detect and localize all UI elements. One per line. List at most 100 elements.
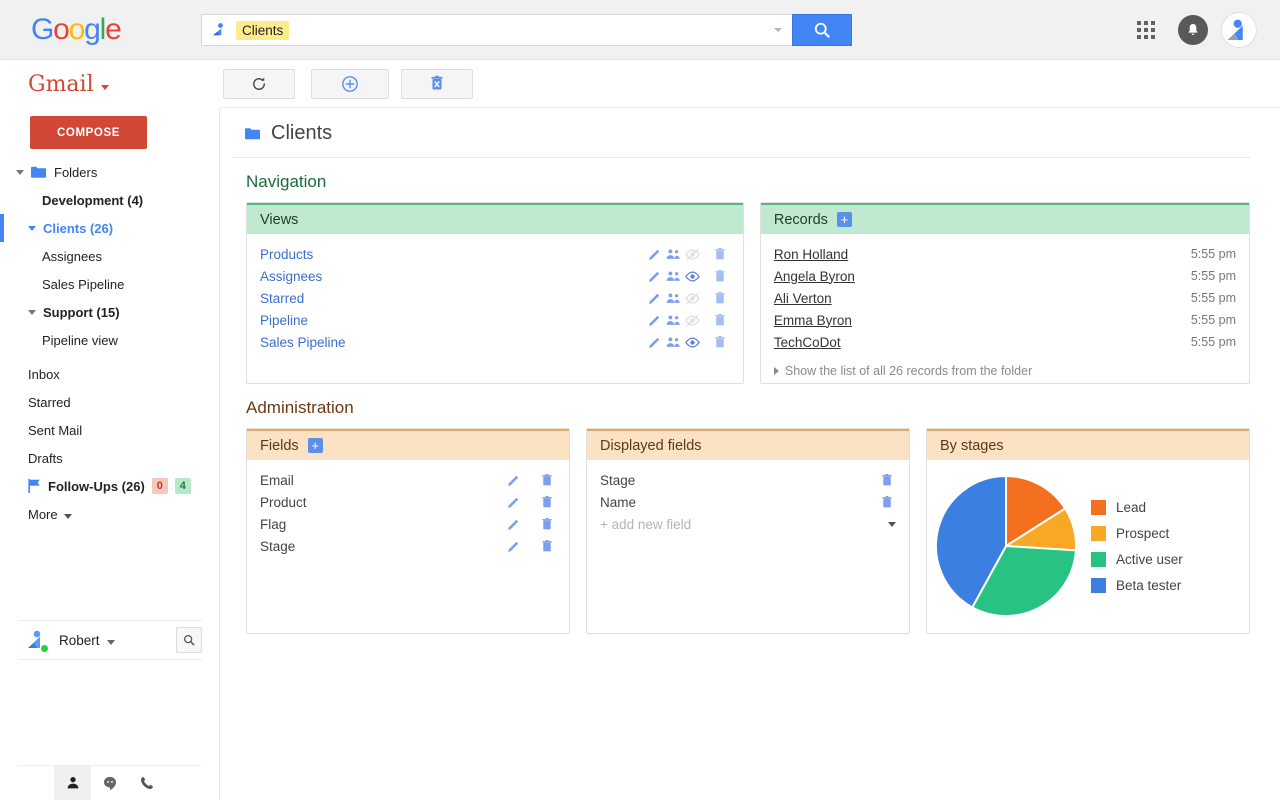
record-link[interactable]: TechCoDot (774, 335, 841, 350)
chevron-down-icon[interactable] (63, 513, 72, 519)
people-icon[interactable] (664, 311, 683, 329)
chevron-down-icon[interactable] (16, 169, 24, 175)
record-link[interactable]: Emma Byron (774, 313, 852, 328)
record-link[interactable]: Angela Byron (774, 269, 855, 284)
list-item[interactable]: TechCoDot 5:55 pm (761, 331, 1249, 353)
sidebar-item-assignees[interactable]: Assignees (0, 242, 220, 270)
delete-button[interactable] (401, 68, 473, 99)
pencil-icon[interactable] (504, 493, 523, 511)
view-link-sales-pipeline[interactable]: Sales Pipeline (260, 335, 346, 350)
sidebar-item-starred[interactable]: Starred (0, 388, 220, 416)
sidebar-search-button[interactable] (176, 627, 202, 653)
pencil-icon[interactable] (504, 471, 523, 489)
record-link[interactable]: Ron Holland (774, 247, 848, 262)
profile-avatar-icon[interactable] (1222, 13, 1256, 47)
google-logo[interactable]: Google (31, 14, 122, 46)
list-item[interactable]: Angela Byron 5:55 pm (761, 265, 1249, 287)
list-item[interactable]: Name (587, 491, 909, 513)
eye-off-icon[interactable] (683, 289, 702, 307)
list-item[interactable]: Starred (247, 287, 743, 309)
list-item[interactable]: Flag (247, 513, 569, 535)
sidebar-item-sales-pipeline[interactable]: Sales Pipeline (0, 270, 220, 298)
view-link-pipeline[interactable]: Pipeline (260, 313, 308, 328)
list-item[interactable]: Stage (587, 469, 909, 491)
sidebar-item-support[interactable]: Support (15) (0, 298, 220, 326)
trash-icon[interactable] (711, 333, 730, 351)
trash-icon[interactable] (537, 471, 556, 489)
chevron-down-icon[interactable] (106, 640, 115, 645)
sidebar-item-pipeline-view[interactable]: Pipeline view (0, 326, 220, 354)
sidebar-item-more[interactable]: More (0, 500, 220, 528)
trash-icon[interactable] (537, 493, 556, 511)
list-item[interactable]: Ron Holland 5:55 pm (761, 243, 1249, 265)
people-icon[interactable] (664, 245, 683, 263)
view-link-assignees[interactable]: Assignees (260, 269, 322, 284)
show-all-records-link[interactable]: Show the list of all 26 records from the… (761, 353, 1249, 378)
calls-tab[interactable] (128, 766, 165, 800)
sidebar-item-development[interactable]: Development (4) (0, 186, 220, 214)
list-item[interactable]: Product (247, 491, 569, 513)
view-link-starred[interactable]: Starred (260, 291, 304, 306)
list-item[interactable]: Emma Byron 5:55 pm (761, 309, 1249, 331)
add-new-field-row[interactable]: + add new field (587, 513, 909, 535)
chevron-down-icon[interactable] (888, 521, 896, 527)
chats-tab[interactable] (91, 766, 128, 800)
status-badge-red[interactable]: 0 (151, 478, 168, 494)
chevron-down-icon[interactable] (774, 28, 782, 32)
chevron-down-icon[interactable] (28, 309, 36, 315)
add-button[interactable] (311, 68, 389, 99)
trash-icon[interactable] (711, 267, 730, 285)
people-icon[interactable] (664, 267, 683, 285)
sidebar-item-inbox[interactable]: Inbox (0, 360, 220, 388)
people-icon[interactable] (664, 289, 683, 307)
trash-icon[interactable] (711, 311, 730, 329)
list-item[interactable]: Sales Pipeline (247, 331, 743, 353)
trash-icon[interactable] (711, 289, 730, 307)
compose-button[interactable]: COMPOSE (30, 116, 147, 149)
status-badge-green[interactable]: 4 (174, 478, 191, 494)
pencil-icon[interactable] (504, 537, 523, 555)
sidebar-item-folders[interactable]: Folders (0, 158, 220, 186)
eye-icon[interactable] (683, 267, 702, 285)
pie-chart-graphic[interactable] (933, 473, 1079, 619)
add-field-button[interactable]: + (307, 438, 323, 453)
trash-icon[interactable] (711, 245, 730, 263)
sidebar-item-sent-mail[interactable]: Sent Mail (0, 416, 220, 444)
sidebar-item-follow-ups[interactable]: Follow-Ups (26) 0 4 (0, 472, 220, 500)
people-icon[interactable] (664, 333, 683, 351)
list-item[interactable]: Email (247, 469, 569, 491)
eye-off-icon[interactable] (683, 311, 702, 329)
contacts-tab[interactable] (54, 766, 91, 800)
sidebar-item-clients[interactable]: Clients (26) (0, 214, 220, 242)
pencil-icon[interactable] (645, 245, 664, 263)
pencil-icon[interactable] (504, 515, 523, 533)
avatar[interactable] (24, 628, 49, 653)
chevron-down-icon[interactable] (28, 225, 36, 231)
trash-icon[interactable] (877, 493, 896, 511)
list-item[interactable]: Ali Verton 5:55 pm (761, 287, 1249, 309)
eye-icon[interactable] (683, 333, 702, 351)
list-item[interactable]: Assignees (247, 265, 743, 287)
trash-icon[interactable] (537, 515, 556, 533)
pencil-icon[interactable] (645, 311, 664, 329)
search-chip[interactable]: Clients (236, 20, 290, 40)
eye-off-icon[interactable] (683, 245, 702, 263)
pencil-icon[interactable] (645, 267, 664, 285)
list-item[interactable]: Products (247, 243, 743, 265)
bell-icon[interactable] (1178, 15, 1208, 45)
chevron-down-icon[interactable] (100, 84, 109, 90)
list-item[interactable]: Stage (247, 535, 569, 557)
list-item[interactable]: Pipeline (247, 309, 743, 331)
trash-icon[interactable] (877, 471, 896, 489)
add-record-button[interactable]: + (836, 212, 852, 227)
record-link[interactable]: Ali Verton (774, 291, 832, 306)
search-input[interactable]: Clients (201, 14, 792, 46)
gmail-brand[interactable]: Gmail (0, 60, 220, 108)
refresh-button[interactable] (223, 68, 295, 99)
view-link-products[interactable]: Products (260, 247, 313, 262)
pencil-icon[interactable] (645, 333, 664, 351)
trash-icon[interactable] (537, 537, 556, 555)
sidebar-item-drafts[interactable]: Drafts (0, 444, 220, 472)
pencil-icon[interactable] (645, 289, 664, 307)
apps-grid-icon[interactable] (1128, 12, 1164, 48)
